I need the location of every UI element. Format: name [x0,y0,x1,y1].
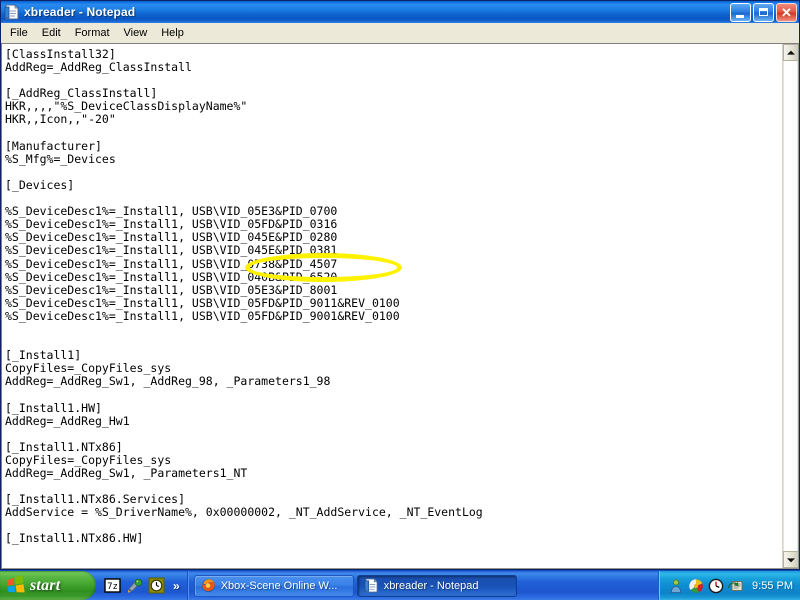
scroll-down-arrow-icon[interactable] [783,551,798,568]
messenger-icon[interactable] [668,578,684,594]
text-line: %S_DeviceDesc1%=_Install1, USB\VID_05E3&… [5,282,338,297]
updates-icon[interactable] [728,578,744,594]
scrollbar-track[interactable] [783,61,798,551]
taskbar-item-firefox-label: Xbox-Scene Online W... [220,579,338,592]
close-button[interactable]: ✕ [776,2,797,22]
maximize-button[interactable] [753,2,774,22]
firefox-icon [201,578,216,593]
7zip-icon[interactable]: 7z [104,577,121,594]
desktop-screen: xbreader - Notepad ✕ File Edit Format Vi… [0,0,800,600]
text-line: [_Install1.NTx86.HW] [5,531,144,546]
window-title: xbreader - Notepad [24,5,136,19]
text-line: %S_DeviceDesc1%=_Install1, USB\VID_045E&… [5,243,338,258]
notepad-window: xbreader - Notepad ✕ File Edit Format Vi… [0,0,800,570]
start-button[interactable]: start [0,571,96,600]
text-line [5,323,782,336]
text-line: AddReg=_AddReg_Sw1, _AddReg_98, _Paramet… [5,374,331,389]
menu-bar: File Edit Format View Help [1,23,799,43]
text-line: AddReg=_AddReg_ClassInstall [5,60,192,75]
text-line: [_Devices] [5,177,75,192]
minimize-button[interactable] [730,2,751,22]
scroll-up-arrow-icon[interactable] [783,44,798,61]
text-line: AddReg=_AddReg_Sw1, _Parameters1_NT [5,466,248,480]
window-titlebar[interactable]: xbreader - Notepad ✕ [1,1,799,23]
titlebar-buttons: ✕ [730,2,797,22]
taskbar-clock[interactable]: 9:55 PM [752,580,793,592]
notepad-icon [364,578,379,593]
text-line: %S_DeviceDesc1%=_Install1, USB\VID_05FD&… [5,308,400,323]
svg-text:7z: 7z [107,582,118,592]
text-line [5,127,782,140]
system-tray: 9:55 PM [658,571,800,600]
windows-logo-icon [5,574,26,596]
text-line: %S_Mfg%=_Devices [5,151,116,166]
text-line: %S_DeviceDesc1%=_Install1, USB\VID_040B&… [5,269,338,284]
vertical-scrollbar[interactable] [782,44,798,568]
clock-icon[interactable] [148,577,165,594]
colorwheel-icon[interactable] [688,578,704,594]
menu-edit[interactable]: Edit [35,24,68,42]
text-line: %S_DeviceDesc1%=_Install1, USB\VID_0738&… [5,256,338,271]
text-line: [_Install1.NTx86] [5,439,123,454]
menu-format[interactable]: Format [68,24,117,42]
task-button-list: Xbox-Scene Online W... xbreader - Notepa… [188,571,658,600]
text-line: AddService = %S_DriverName%, 0x00000002,… [5,505,483,520]
menu-view[interactable]: View [117,24,155,42]
paint-icon[interactable] [126,577,143,594]
taskbar: start 7z » Xbox-Scene Online W... xbread… [0,570,800,600]
text-line: HKR,,,,"%S_DeviceClassDisplayName%" [5,99,248,114]
text-line: %S_DeviceDesc1%=_Install1, USB\VID_05FD&… [5,295,400,310]
menu-help[interactable]: Help [154,24,191,42]
client-area: [ClassInstall32] AddReg=_AddReg_ClassInst… [1,43,799,569]
menu-file[interactable]: File [3,24,35,42]
taskbar-item-firefox[interactable]: Xbox-Scene Online W... [193,574,354,597]
start-label: start [30,576,61,594]
text-line: HKR,,Icon,,"-20" [5,112,116,127]
text-editor[interactable]: [ClassInstall32] AddReg=_AddReg_ClassInst… [2,44,782,568]
taskbar-item-notepad-label: xbreader - Notepad [383,579,479,592]
text-line: [Manufacturer] [5,138,102,153]
quick-launch-bar: 7z » [96,571,188,600]
notepad-icon [4,4,20,20]
text-line [5,428,782,441]
text-line: [_Install1.HW] [5,400,102,415]
text-line [5,388,782,401]
taskbar-item-notepad[interactable]: xbreader - Notepad [356,574,517,597]
text-line [5,336,782,349]
close-icon: ✕ [781,4,792,20]
text-line: AddReg=_AddReg_Hw1 [5,413,130,428]
quick-launch-expand-icon[interactable]: » [170,579,183,593]
clock-tray-icon[interactable] [708,578,724,594]
text-line [5,166,782,179]
